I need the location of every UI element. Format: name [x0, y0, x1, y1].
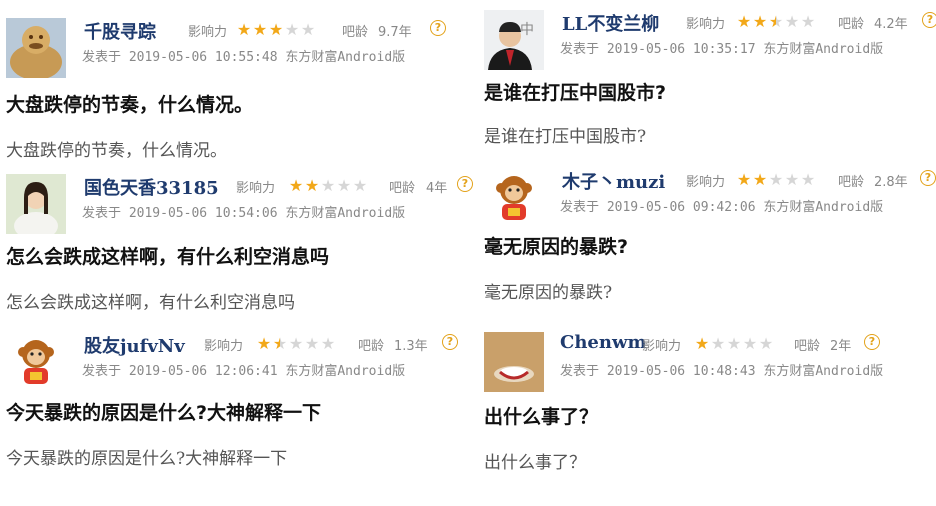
buddha-avatar[interactable] [6, 18, 66, 78]
star-icon: ★ [768, 170, 784, 189]
star-icon: ★ [752, 170, 768, 189]
post-timestamp: 发表于 2019-05-06 12:06:41 东方财富Android版 [82, 364, 406, 379]
age-label: 吧龄 [358, 339, 385, 354]
age-value: 2年 [830, 339, 852, 354]
influence-rating: ★ ★ ★ ★ ★ [694, 334, 774, 353]
post-body: 出什么事了？ [484, 453, 586, 473]
age-label: 吧龄 [389, 181, 416, 196]
help-icon[interactable]: ? [442, 334, 458, 350]
star-icon: ★ [784, 12, 800, 31]
post-title[interactable]: 毫无原因的暴跌? [484, 232, 628, 259]
star-icon: ★ [694, 334, 710, 353]
post-title[interactable]: 是谁在打压中国股市? [484, 78, 666, 105]
age-value: 9.7年 [378, 25, 412, 40]
post-timestamp: 发表于 2019-05-06 09:42:06 东方财富Android版 [560, 200, 884, 215]
influence-label: 影响力 [188, 25, 228, 40]
username-link[interactable]: Chenwm [560, 332, 647, 353]
influence-label: 影响力 [204, 339, 244, 354]
username-link[interactable]: LL不变兰柳 [562, 10, 659, 36]
influence-rating: ★ ★ ★ ★ ★ [736, 12, 816, 31]
influence-label: 影响力 [236, 181, 276, 196]
star-icon: ★ [288, 176, 304, 195]
username-link[interactable]: 千股寻踪 [84, 18, 156, 44]
help-icon[interactable]: ? [922, 12, 936, 28]
star-icon: ★ [304, 176, 320, 195]
star-icon: ★ [758, 334, 774, 353]
star-icon: ★ [800, 170, 816, 189]
star-icon: ★ [300, 20, 316, 39]
help-icon[interactable]: ? [920, 170, 936, 186]
age-label: 吧龄 [794, 339, 821, 354]
svg-text:中: 中 [520, 22, 534, 38]
influence-label: 影响力 [642, 339, 682, 354]
post-body: 今天暴跌的原因是什么?大神解释一下 [6, 449, 288, 469]
woman-avatar[interactable] [6, 174, 66, 234]
age-label: 吧龄 [838, 175, 865, 190]
star-icon: ★ [320, 334, 336, 353]
help-icon[interactable]: ? [864, 334, 880, 350]
post-title[interactable]: 今天暴跌的原因是什么?大神解释一下 [6, 398, 321, 425]
star-icon: ★ [726, 334, 742, 353]
influence-rating: ★ ★ ★ ★ ★ [736, 170, 816, 189]
star-icon: ★ [284, 20, 300, 39]
star-icon: ★ [752, 12, 768, 31]
star-icon: ★ [352, 176, 368, 195]
influence-label: 影响力 [686, 17, 726, 32]
help-icon[interactable]: ? [430, 20, 446, 36]
post-timestamp: 发表于 2019-05-06 10:54:06 东方财富Android版 [82, 206, 406, 221]
star-icon: ★ [236, 20, 252, 39]
star-icon: ★ [304, 334, 320, 353]
star-icon: ★ [288, 334, 304, 353]
man-avatar[interactable]: 中 [484, 10, 544, 70]
post-timestamp: 发表于 2019-05-06 10:55:48 东方财富Android版 [82, 50, 406, 65]
star-icon: ★ [710, 334, 726, 353]
post-body: 是谁在打压中国股市? [484, 127, 647, 147]
star-icon: ★ [252, 20, 268, 39]
post-body: 怎么会跌成这样啊，有什么利空消息吗 [6, 293, 295, 313]
age-value: 2.8年 [874, 175, 908, 190]
star-icon: ★ [768, 12, 784, 31]
star-icon: ★ [736, 12, 752, 31]
username-link[interactable]: 木子丶muzi [562, 168, 665, 194]
star-icon: ★ [256, 334, 272, 353]
monkey-avatar[interactable] [6, 332, 66, 392]
age-value: 4.2年 [874, 17, 908, 32]
influence-label: 影响力 [686, 175, 726, 190]
star-icon: ★ [736, 170, 752, 189]
object-avatar[interactable] [484, 332, 544, 392]
star-icon: ★ [336, 176, 352, 195]
star-icon: ★ [268, 20, 284, 39]
monkey-avatar[interactable] [484, 168, 544, 228]
star-icon: ★ [320, 176, 336, 195]
username-link[interactable]: 股友jufvNv [84, 332, 185, 358]
influence-rating: ★ ★ ★ ★ ★ [256, 334, 336, 353]
help-icon[interactable]: ? [457, 176, 473, 192]
post-body: 毫无原因的暴跌? [484, 283, 613, 303]
username-link[interactable]: 国色天香33185 [84, 174, 219, 200]
age-value: 1.3年 [394, 339, 428, 354]
star-icon: ★ [272, 334, 288, 353]
star-icon: ★ [784, 170, 800, 189]
star-icon: ★ [800, 12, 816, 31]
post-title[interactable]: 出什么事了？ [484, 402, 598, 429]
post-timestamp: 发表于 2019-05-06 10:35:17 东方财富Android版 [560, 42, 884, 57]
influence-rating: ★ ★ ★ ★ ★ [288, 176, 368, 195]
star-icon: ★ [742, 334, 758, 353]
post-timestamp: 发表于 2019-05-06 10:48:43 东方财富Android版 [560, 364, 884, 379]
age-label: 吧龄 [342, 25, 369, 40]
post-body: 大盘跌停的节奏，什么情况。 [6, 141, 227, 161]
post-title[interactable]: 大盘跌停的节奏，什么情况。 [6, 90, 253, 117]
post-title[interactable]: 怎么会跌成这样啊，有什么利空消息吗 [6, 242, 329, 269]
age-label: 吧龄 [838, 17, 865, 32]
influence-rating: ★ ★ ★ ★ ★ [236, 20, 316, 39]
age-value: 4年 [426, 181, 448, 196]
